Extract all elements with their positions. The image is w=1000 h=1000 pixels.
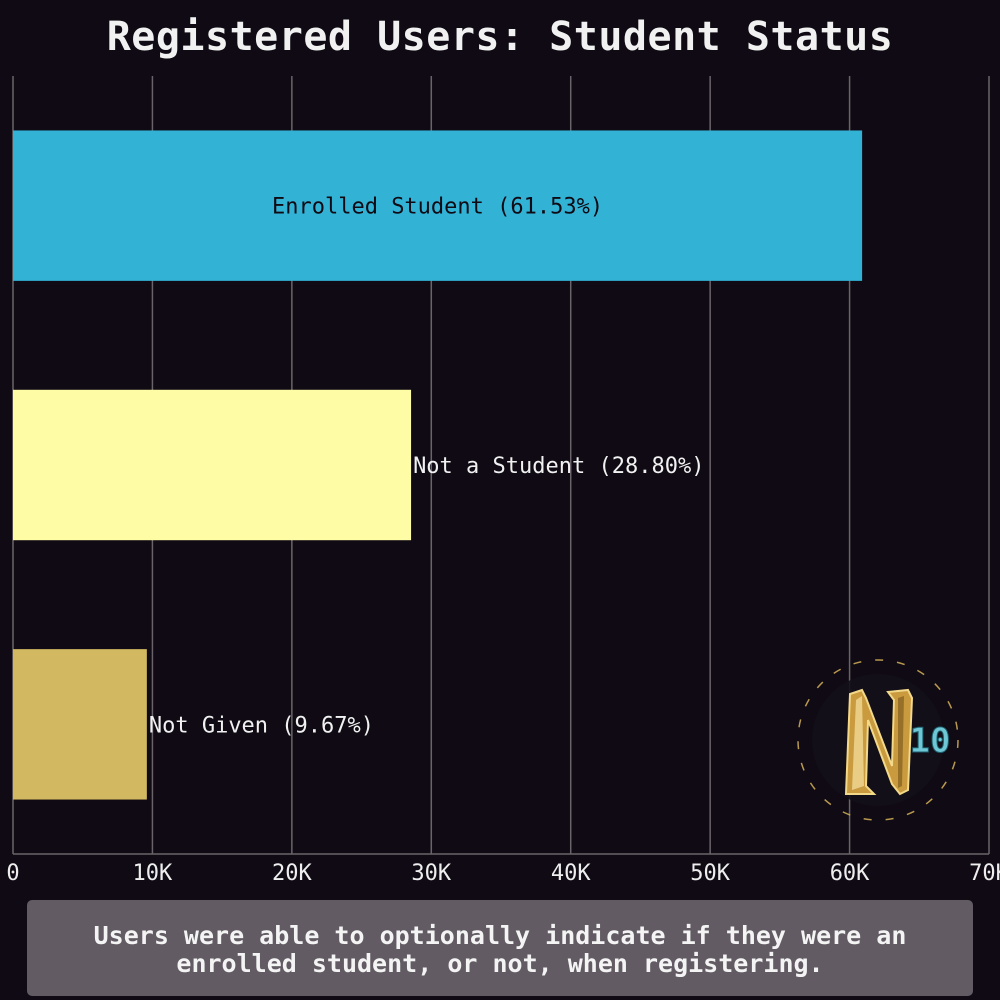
logo-number: 10 bbox=[910, 721, 951, 761]
x-tick-label: 20K bbox=[272, 861, 312, 886]
x-axis: 0 10K 20K 30K 40K 50K 60K 70K bbox=[6, 853, 1000, 886]
bar-not-a-student bbox=[13, 389, 412, 541]
chart-page: Registered Users: Student Status Enrolle… bbox=[0, 0, 1000, 1000]
bar-label: Not a Student (28.80%) bbox=[413, 454, 704, 479]
bar-label: Enrolled Student (61.53%) bbox=[272, 195, 603, 220]
x-tick-label: 50K bbox=[690, 861, 730, 886]
x-tick-label: 70K bbox=[969, 861, 1000, 886]
x-tick-label: 40K bbox=[551, 861, 591, 886]
x-tick-label: 60K bbox=[830, 861, 870, 886]
n10-logo-icon: 10 bbox=[797, 659, 959, 821]
footnote: Users were able to optionally indicate i… bbox=[27, 900, 973, 996]
x-tick-label: 10K bbox=[133, 861, 173, 886]
bar-not-given bbox=[13, 649, 147, 800]
bar-chart: Enrolled Student (61.53%) Not a Student (… bbox=[6, 76, 1000, 886]
x-tick-label: 30K bbox=[411, 861, 451, 886]
bar-label: Not Given (9.67%) bbox=[149, 713, 374, 738]
x-tick-label: 0 bbox=[6, 861, 19, 886]
